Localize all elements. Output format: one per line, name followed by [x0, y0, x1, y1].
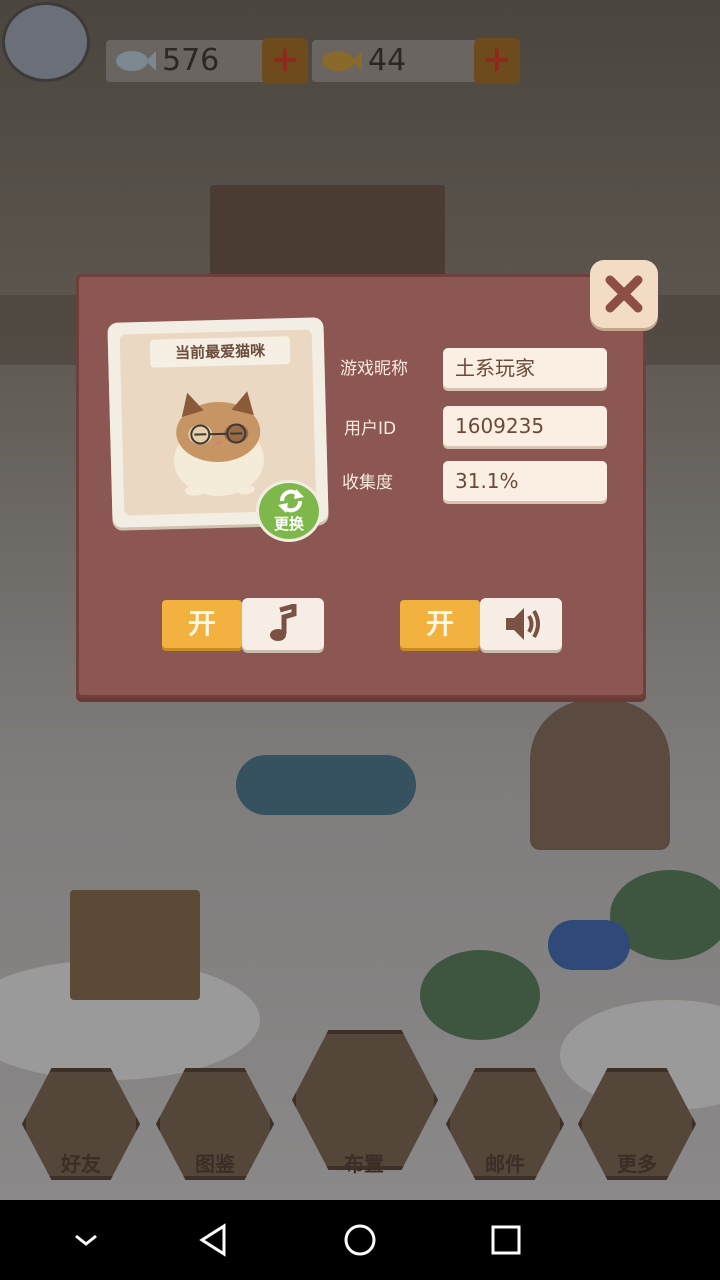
system-nav-bar: [0, 1200, 720, 1280]
sound-toggle-state: 开: [400, 600, 480, 648]
sound-toggle[interactable]: 开: [400, 598, 562, 650]
golden-fish-counter: 44: [312, 40, 482, 82]
music-note-icon: [270, 604, 297, 641]
add-golden-fish-button[interactable]: +: [474, 38, 520, 84]
collection-label: 收集度: [342, 473, 393, 493]
golden-fish-icon: [322, 51, 362, 71]
mail-menu-label: 邮件: [485, 1152, 525, 1176]
dresser: [210, 185, 445, 280]
collection-field: 31.1%: [443, 461, 607, 501]
catalog-menu-label: 图鉴: [195, 1152, 235, 1176]
nickname-field[interactable]: 土系玩家: [443, 348, 607, 388]
bush: [420, 950, 540, 1040]
home-icon[interactable]: [338, 1220, 382, 1260]
mushroom-house: [530, 700, 670, 850]
rooster-toy: [70, 890, 200, 1000]
cat-bed: [236, 755, 416, 815]
music-toggle[interactable]: 开: [162, 598, 324, 650]
favorite-cat-title: 当前最爱猫咪: [149, 336, 291, 368]
nickname-label: 游戏昵称: [340, 359, 408, 379]
swap-label: 更换: [273, 515, 304, 533]
golden-fish-count: 44: [368, 43, 407, 78]
swap-cat-button[interactable]: 更换: [256, 480, 322, 542]
more-menu-label: 更多: [617, 1152, 657, 1176]
add-fish-button[interactable]: +: [262, 38, 308, 84]
recents-icon[interactable]: [484, 1220, 528, 1260]
close-button[interactable]: [590, 260, 658, 328]
fish-count: 576: [162, 43, 220, 78]
player-avatar[interactable]: [2, 2, 90, 82]
decorate-menu-label: 布置: [344, 1152, 384, 1176]
user-id-label: 用户ID: [344, 419, 397, 439]
music-toggle-state: 开: [162, 600, 242, 648]
sound-toggle-knob[interactable]: [480, 598, 562, 650]
cat-portrait-icon: [173, 391, 264, 496]
refresh-icon: [278, 489, 304, 513]
user-id-field: 1609235: [443, 406, 607, 446]
speaker-icon: [506, 608, 540, 640]
food-bowl: [548, 920, 630, 970]
friends-menu-label: 好友: [61, 1152, 101, 1176]
music-toggle-knob[interactable]: [242, 598, 324, 650]
back-icon[interactable]: [192, 1220, 236, 1260]
fish-icon: [116, 51, 156, 71]
hide-keyboard-icon[interactable]: [64, 1220, 108, 1260]
close-x-icon: [605, 275, 643, 313]
fish-counter: 576: [106, 40, 276, 82]
